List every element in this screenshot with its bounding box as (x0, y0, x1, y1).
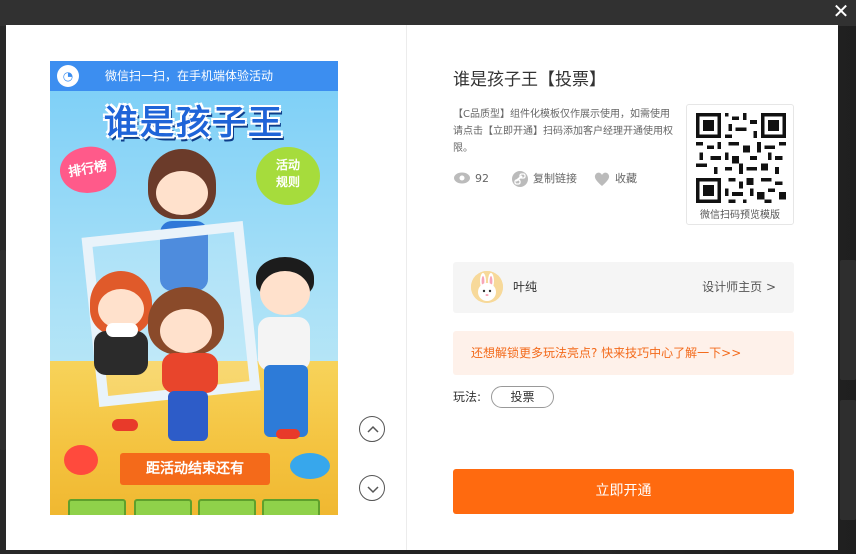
wechat-scan-bar: ◔ 微信扫一扫，在手机端体验活动 (50, 61, 338, 91)
rule-badge-line2: 规则 (275, 175, 300, 189)
kid-dress (94, 331, 148, 375)
kid-shoe (276, 429, 300, 439)
game-title: 谁是孩子王 (104, 103, 284, 143)
kid-pants (264, 365, 308, 437)
copy-link-button[interactable]: 复制链接 (511, 170, 581, 188)
eye-icon (454, 172, 470, 184)
link-icon (512, 171, 528, 187)
chevron-up-icon (367, 425, 379, 433)
flower-decoration (64, 445, 98, 475)
template-description: 【C品质型】组件化模板仅作展示使用，如需使用请点击【立即开通】扫码添加客户经理开… (453, 109, 673, 154)
template-preview-modal: ◔ 微信扫一扫，在手机端体验活动 谁是孩子王 排行榜 活动 规则 距活动结束还有… (6, 25, 838, 550)
kid-face (160, 309, 212, 353)
app-logo-icon: ◔ (57, 65, 79, 87)
countdown-box (134, 499, 192, 515)
designer-card: 叶纯 设计师主页 > (453, 262, 794, 313)
scroll-down-button[interactable] (359, 475, 385, 501)
view-count-value: 92 (475, 172, 489, 185)
kid-shirt (162, 353, 218, 393)
kid-shirt (258, 317, 310, 371)
view-count: 92 (453, 170, 503, 188)
countdown-box (198, 499, 256, 515)
rule-badge-line1: 活动 (275, 158, 300, 172)
countdown-banner: 距活动结束还有 (120, 453, 270, 485)
details-pane: 谁是孩子王【投票】 【C品质型】组件化模板仅作展示使用，如需使用请点击【立即开通… (407, 25, 838, 550)
heart-icon (594, 172, 610, 186)
kid-face (156, 171, 208, 215)
qr-label: 微信扫码预览模版 (700, 210, 780, 221)
template-preview[interactable]: ◔ 微信扫一扫，在手机端体验活动 谁是孩子王 排行榜 活动 规则 距活动结束还有 (50, 61, 338, 515)
kid-shoe (112, 419, 138, 431)
preview-pane: ◔ 微信扫一扫，在手机端体验活动 谁是孩子王 排行榜 活动 规则 距活动结束还有 (6, 25, 407, 550)
close-button[interactable]: ✕ (830, 0, 852, 22)
template-title: 谁是孩子王【投票】 (453, 70, 606, 90)
rabbit-avatar-icon (471, 271, 503, 303)
copy-link-label: 复制链接 (533, 172, 577, 185)
chevron-down-icon (367, 486, 379, 494)
favorite-label: 收藏 (615, 172, 637, 185)
skills-center-tip-link[interactable]: 还想解锁更多玩法亮点? 快来技巧中心了解一下>> (453, 331, 794, 375)
qr-code (696, 113, 786, 203)
play-type-tag-vote[interactable]: 投票 (491, 386, 554, 408)
play-type-label: 玩法: (453, 390, 482, 404)
kid-skirt (168, 391, 208, 441)
countdown-box (262, 499, 320, 515)
kid-face (260, 271, 310, 315)
open-now-button[interactable]: 立即开通 (453, 469, 794, 514)
kid-collar (106, 323, 138, 337)
favorite-button[interactable]: 收藏 (593, 170, 643, 188)
scroll-up-button[interactable] (359, 416, 385, 442)
wechat-scan-text: 微信扫一扫，在手机端体验活动 (105, 69, 274, 83)
designer-avatar[interactable] (471, 271, 503, 303)
countdown-box (68, 499, 126, 515)
designer-home-link[interactable]: 设计师主页 > (702, 262, 776, 313)
cloud-decoration (290, 453, 330, 479)
rule-badge[interactable]: 活动 规则 (256, 147, 320, 205)
designer-name: 叶纯 (513, 280, 538, 294)
qr-preview-card: 微信扫码预览模版 (686, 104, 794, 225)
